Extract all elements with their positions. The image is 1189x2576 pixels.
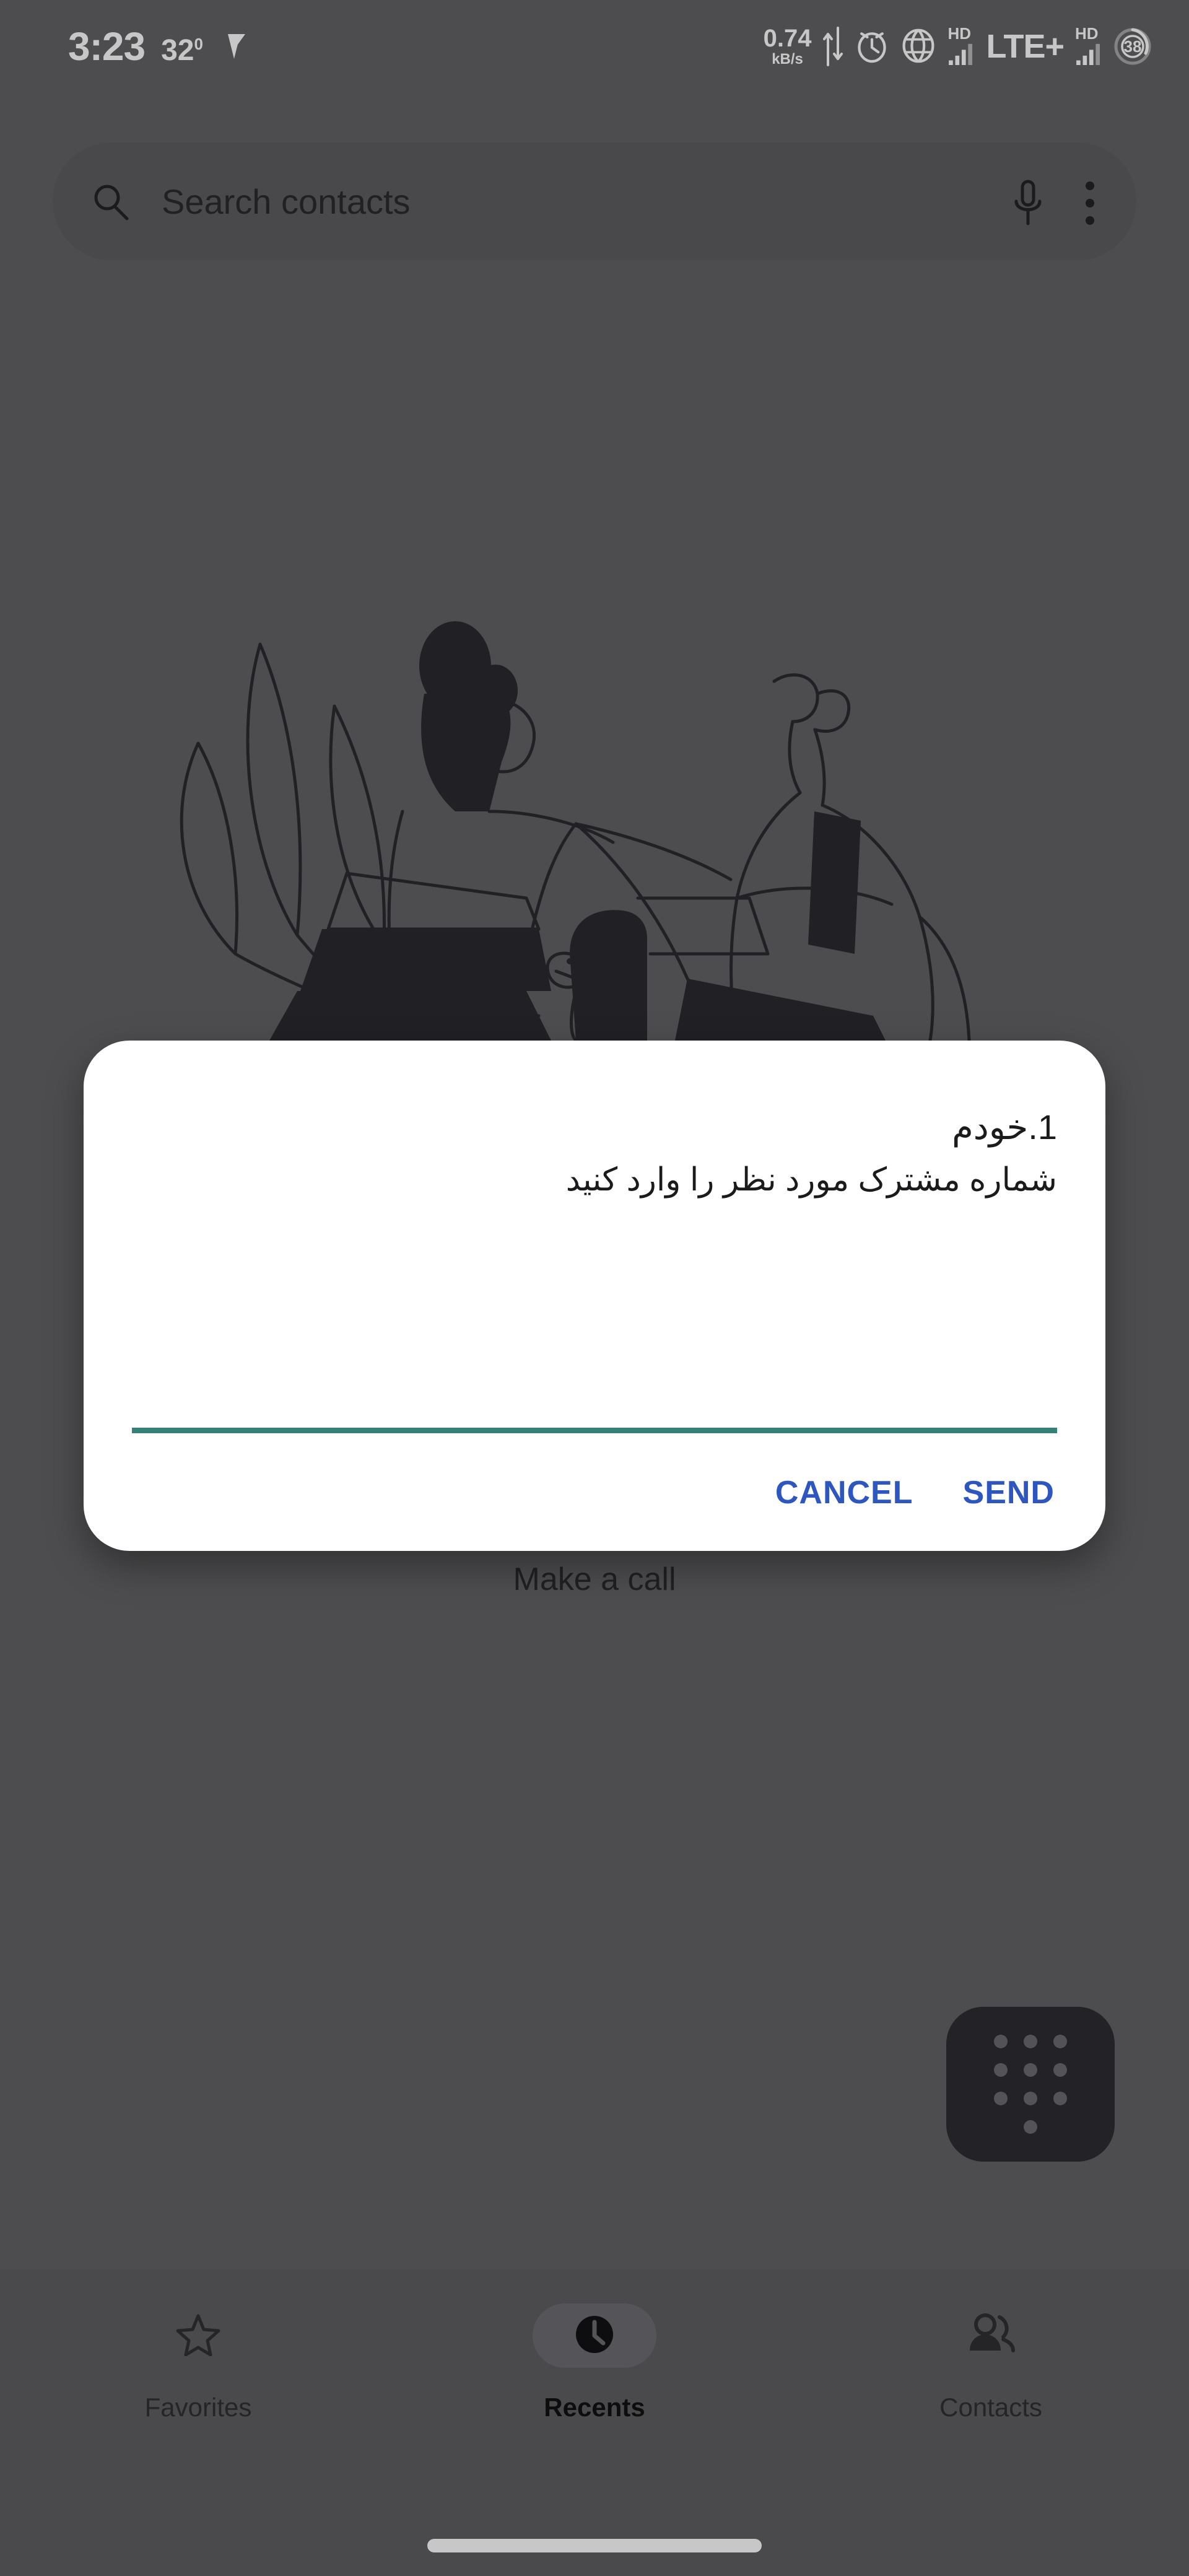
phone-screen: 3:23 320 0.74 kB/s HD LTE+ HD 38 Search … — [0, 0, 1189, 2576]
microphone-icon[interactable] — [1009, 179, 1047, 225]
input-dialog: 1.خودم شماره مشترک مورد نظر را وارد کنید… — [84, 1041, 1105, 1551]
dialpad-fab[interactable] — [946, 2007, 1115, 2162]
up-down-arrows-icon — [822, 25, 843, 68]
nav-label-contacts: Contacts — [939, 2393, 1042, 2422]
star-outline-icon — [176, 2313, 220, 2359]
status-clock: 3:23 — [68, 24, 146, 69]
bottom-navigation: Favorites Recents Contacts — [0, 2269, 1189, 2576]
dialpad-dot — [1024, 2035, 1037, 2048]
sim2-hd-label: HD — [1075, 24, 1099, 43]
search-input-placeholder[interactable]: Search contacts — [162, 181, 984, 222]
vpn-key-icon — [224, 32, 249, 61]
nav-pill-contacts — [929, 2303, 1053, 2368]
dialpad-dot — [994, 2063, 1008, 2077]
empty-state-caption: Make a call — [513, 1561, 676, 1597]
people-icon — [966, 2312, 1016, 2360]
dialpad-dot — [1053, 2092, 1067, 2105]
dialpad-dot — [994, 2035, 1008, 2048]
battery-level-label: 38 — [1123, 37, 1142, 56]
more-vert-icon[interactable] — [1082, 179, 1098, 225]
dialpad-dot — [1024, 2063, 1037, 2077]
nav-item-favorites[interactable]: Favorites — [0, 2303, 396, 2422]
status-bar-right: 0.74 kB/s HD LTE+ HD 38 — [764, 25, 1152, 68]
dialog-message: شماره مشترک مورد نظر را وارد کنید — [565, 1162, 1057, 1198]
sim2-signal-bars-icon — [1075, 43, 1102, 68]
clock-filled-icon — [572, 2312, 617, 2360]
home-indicator-bar[interactable] — [427, 2539, 762, 2552]
nav-pill-recents — [533, 2303, 656, 2368]
nav-pill-favorites — [136, 2303, 260, 2368]
nav-label-favorites: Favorites — [144, 2393, 252, 2422]
sim1-signal-group: HD — [947, 25, 975, 68]
dialog-actions: CANCEL SEND — [773, 1470, 1057, 1515]
dialpad-dot — [1053, 2063, 1067, 2077]
sim1-signal-bars-icon — [947, 43, 975, 68]
people-with-dog-illustration — [142, 607, 1009, 1041]
cancel-button[interactable]: CANCEL — [773, 1470, 916, 1515]
nav-label-recents: Recents — [544, 2393, 645, 2422]
status-bar-left: 3:23 320 — [68, 27, 249, 66]
network-speed-value: 0.74 — [763, 25, 812, 52]
nav-item-recents[interactable]: Recents — [396, 2303, 793, 2422]
dialog-title: 1.خودم — [952, 1107, 1057, 1146]
status-bar: 3:23 320 0.74 kB/s HD LTE+ HD 38 — [0, 0, 1189, 93]
dialpad-dot — [1024, 2092, 1037, 2105]
subscriber-number-input[interactable] — [132, 1394, 1057, 1433]
sim1-hd-label: HD — [947, 24, 972, 43]
network-type-label: LTE+ — [986, 28, 1065, 65]
globe-icon — [900, 27, 936, 67]
network-speed-unit: kB/s — [772, 51, 803, 68]
dialpad-dot — [1053, 2035, 1067, 2048]
nav-item-contacts[interactable]: Contacts — [793, 2303, 1189, 2422]
alarm-clock-icon — [855, 27, 889, 67]
dialpad-dot — [1024, 2120, 1037, 2134]
search-icon — [91, 182, 129, 220]
dialpad-icon — [994, 2035, 1067, 2134]
network-speed: 0.74 kB/s — [764, 26, 812, 67]
dialpad-dot — [994, 2092, 1008, 2105]
send-button[interactable]: SEND — [960, 1470, 1057, 1515]
battery-circle-icon: 38 — [1113, 27, 1152, 66]
dialog-input-wrapper — [132, 1394, 1057, 1433]
sim2-signal-group: HD — [1075, 25, 1102, 68]
search-bar[interactable]: Search contacts — [53, 142, 1136, 260]
status-temperature: 320 — [161, 34, 203, 67]
